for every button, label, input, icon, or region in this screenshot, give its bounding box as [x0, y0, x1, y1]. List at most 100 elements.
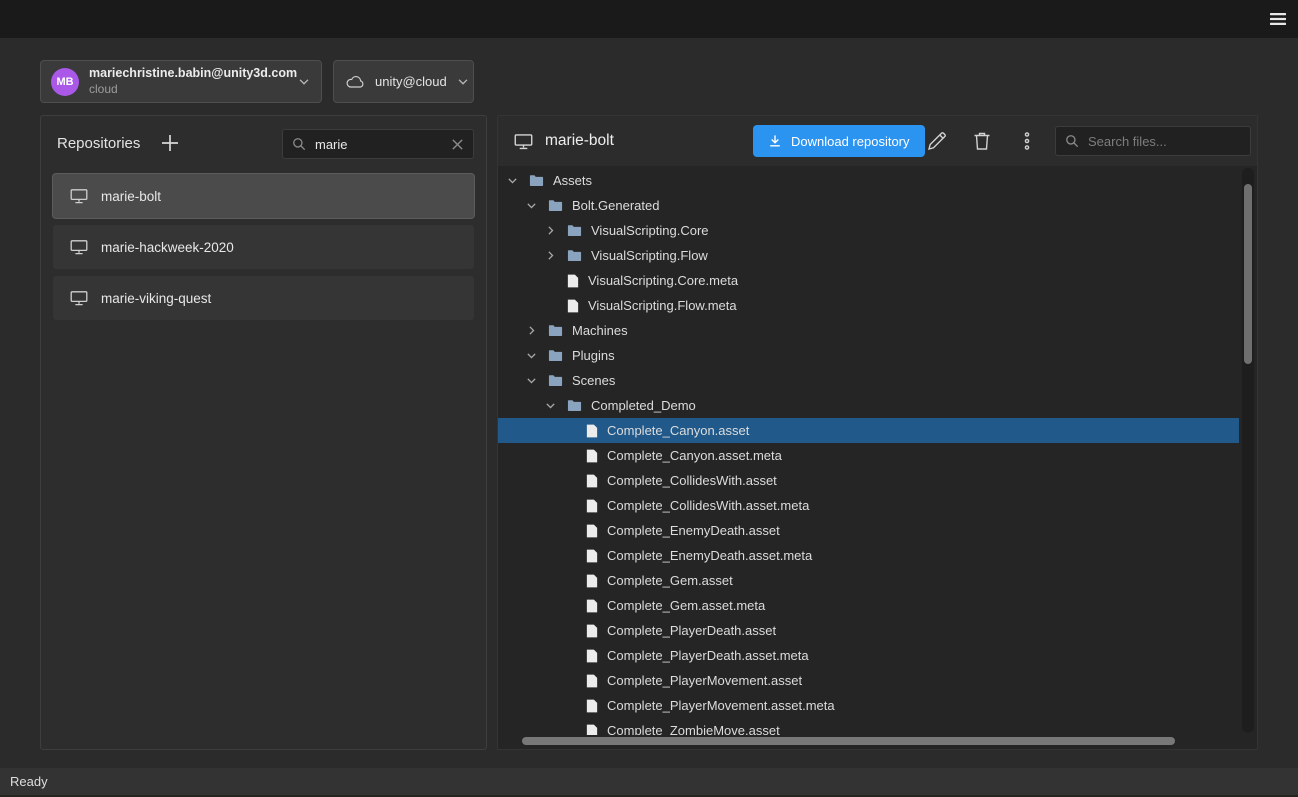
tree-folder-machines[interactable]: Machines [498, 318, 1239, 343]
clear-search-icon[interactable] [451, 138, 464, 151]
tree-item-label: Plugins [572, 348, 615, 363]
download-repository-button[interactable]: Download repository [753, 125, 925, 157]
tree-item-label: Bolt.Generated [572, 198, 659, 213]
tree-file-complete-playermovement-asset-meta[interactable]: Complete_PlayerMovement.asset.meta [498, 693, 1239, 718]
tree-folder-assets[interactable]: Assets [498, 168, 1239, 193]
tree-item-label: Complete_CollidesWith.asset.meta [607, 498, 809, 513]
download-icon [768, 134, 782, 148]
tree-item-label: Complete_PlayerMovement.asset [607, 673, 802, 688]
file-icon [586, 624, 598, 638]
tree-item-label: Complete_PlayerDeath.asset.meta [607, 648, 809, 663]
tree-folder-bolt-generated[interactable]: Bolt.Generated [498, 193, 1239, 218]
tree-folder-plugins[interactable]: Plugins [498, 343, 1239, 368]
repository-detail-header: marie-bolt Download repository [498, 116, 1257, 166]
kebab-menu-icon[interactable] [1015, 129, 1039, 153]
file-icon [586, 524, 598, 538]
chevron-right-icon[interactable] [525, 324, 539, 337]
tree-folder-visualscripting-flow[interactable]: VisualScripting.Flow [498, 243, 1239, 268]
repository-monitor-icon [70, 290, 88, 306]
folder-icon [548, 323, 563, 338]
chevron-down-icon[interactable] [506, 174, 520, 187]
file-icon [586, 699, 598, 713]
search-icon [1065, 134, 1079, 148]
tree-file-complete-collideswith-asset-meta[interactable]: Complete_CollidesWith.asset.meta [498, 493, 1239, 518]
tree-folder-completed-demo[interactable]: Completed_Demo [498, 393, 1239, 418]
repo-item-label: marie-viking-quest [101, 291, 211, 306]
file-icon [586, 474, 598, 488]
folder-icon [548, 198, 563, 213]
hamburger-menu-icon[interactable] [1269, 10, 1287, 28]
tree-item-label: Machines [572, 323, 628, 338]
horizontal-scrollbar-thumb[interactable] [522, 737, 1175, 745]
tree-file-complete-enemydeath-asset-meta[interactable]: Complete_EnemyDeath.asset.meta [498, 543, 1239, 568]
status-text: Ready [10, 774, 48, 789]
chevron-right-icon[interactable] [544, 249, 558, 262]
folder-icon [529, 173, 544, 188]
tree-file-visualscripting-flow-meta[interactable]: VisualScripting.Flow.meta [498, 293, 1239, 318]
tree-item-label: Complete_Gem.asset.meta [607, 598, 765, 613]
file-icon [586, 499, 598, 513]
chevron-down-icon[interactable] [544, 399, 558, 412]
file-icon [586, 574, 598, 588]
tree-folder-visualscripting-core[interactable]: VisualScripting.Core [498, 218, 1239, 243]
delete-trash-icon[interactable] [970, 129, 994, 153]
tree-item-label: VisualScripting.Flow.meta [588, 298, 737, 313]
tree-item-label: Complete_PlayerMovement.asset.meta [607, 698, 835, 713]
file-icon [567, 274, 579, 288]
org-selector[interactable]: unity@cloud [333, 60, 474, 103]
tree-file-complete-canyon-asset-meta[interactable]: Complete_Canyon.asset.meta [498, 443, 1239, 468]
account-selector[interactable]: MB mariechristine.babin@unity3d.com clou… [40, 60, 322, 103]
repository-title-group: marie-bolt [514, 116, 614, 166]
tree-item-label: Assets [553, 173, 592, 188]
download-button-label: Download repository [791, 134, 910, 149]
tree-file-visualscripting-core-meta[interactable]: VisualScripting.Core.meta [498, 268, 1239, 293]
tree-item-label: Complete_Gem.asset [607, 573, 733, 588]
repository-title: marie-bolt [545, 132, 614, 150]
file-icon [567, 299, 579, 313]
tree-item-label: Complete_CollidesWith.asset [607, 473, 777, 488]
chevron-right-icon[interactable] [544, 224, 558, 237]
folder-icon [548, 348, 563, 363]
avatar: MB [51, 68, 79, 96]
search-icon [292, 137, 306, 151]
tree-file-complete-enemydeath-asset[interactable]: Complete_EnemyDeath.asset [498, 518, 1239, 543]
tree-file-complete-canyon-asset[interactable]: Complete_Canyon.asset [498, 418, 1239, 443]
tree-file-complete-collideswith-asset[interactable]: Complete_CollidesWith.asset [498, 468, 1239, 493]
chevron-down-icon[interactable] [525, 374, 539, 387]
chevron-down-icon[interactable] [525, 199, 539, 212]
tree-file-complete-playerdeath-asset-meta[interactable]: Complete_PlayerDeath.asset.meta [498, 643, 1239, 668]
repo-item-marie-bolt[interactable]: marie-bolt [53, 174, 474, 218]
vertical-scrollbar-thumb[interactable] [1244, 184, 1252, 364]
repository-monitor-icon [70, 239, 88, 255]
tree-file-complete-playerdeath-asset[interactable]: Complete_PlayerDeath.asset [498, 618, 1239, 643]
account-subtitle: cloud [89, 82, 287, 97]
tree-item-label: Complete_EnemyDeath.asset [607, 523, 780, 538]
tree-file-complete-zombiemove-asset[interactable]: Complete_ZombieMove.asset [498, 718, 1239, 735]
repository-list: marie-bolt marie-hackweek-2020 marie-vikin… [53, 174, 474, 320]
folder-icon [567, 248, 582, 263]
file-search-input[interactable] [1086, 133, 1241, 150]
tree-file-complete-playermovement-asset[interactable]: Complete_PlayerMovement.asset [498, 668, 1239, 693]
top-bar [0, 0, 1298, 38]
tree-file-complete-gem-asset-meta[interactable]: Complete_Gem.asset.meta [498, 593, 1239, 618]
chevron-down-icon [297, 75, 311, 89]
horizontal-scrollbar[interactable] [508, 736, 1233, 746]
add-repository-button[interactable] [159, 132, 181, 154]
tree-file-complete-gem-asset[interactable]: Complete_Gem.asset [498, 568, 1239, 593]
chevron-down-icon[interactable] [525, 349, 539, 362]
account-email: mariechristine.babin@unity3d.com [89, 66, 287, 82]
repository-search-box [282, 129, 474, 159]
edit-pencil-icon[interactable] [925, 129, 949, 153]
vertical-scrollbar[interactable] [1242, 168, 1254, 733]
chevron-down-icon [456, 75, 470, 89]
repo-item-marie-hackweek-2020[interactable]: marie-hackweek-2020 [53, 225, 474, 269]
repo-item-marie-viking-quest[interactable]: marie-viking-quest [53, 276, 474, 320]
repo-item-label: marie-bolt [101, 189, 161, 204]
tree-folder-scenes[interactable]: Scenes [498, 368, 1239, 393]
repositories-title: Repositories [57, 135, 140, 152]
tree-item-label: VisualScripting.Flow [591, 248, 708, 263]
repository-search-input[interactable] [313, 136, 444, 153]
org-label: unity@cloud [375, 74, 447, 89]
file-icon [586, 599, 598, 613]
file-tree: Assets Bolt.Generated VisualScripting.Core… [498, 168, 1239, 735]
